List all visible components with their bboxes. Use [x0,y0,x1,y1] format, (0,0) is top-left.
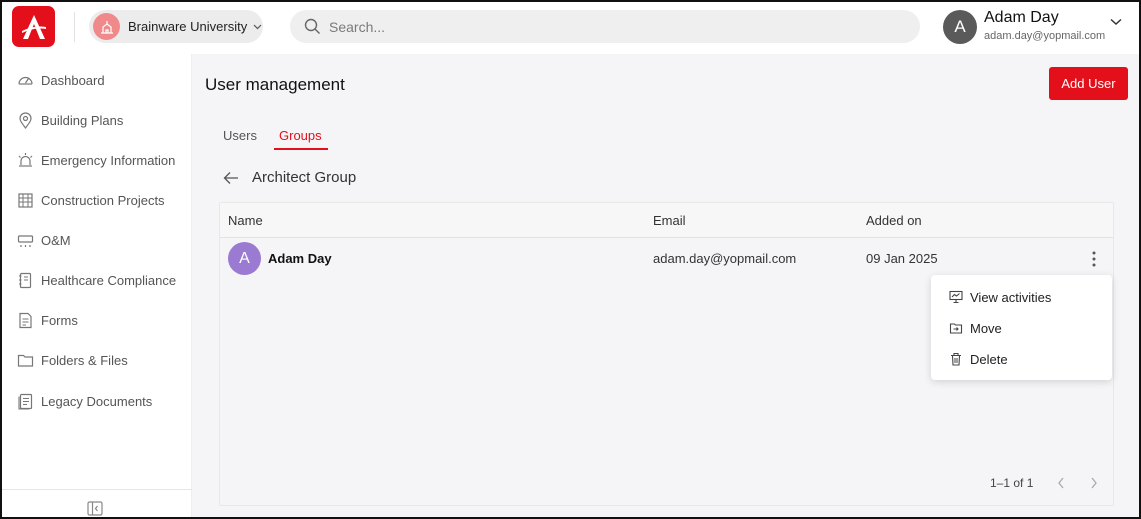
user-name: Adam Day [984,9,1059,26]
activity-icon [949,290,963,304]
back-arrow-icon[interactable] [223,171,239,185]
sidebar-item-legacy-documents[interactable]: Legacy Documents [0,387,192,415]
form-icon [16,311,34,329]
column-header-name: Name [228,213,263,228]
sidebar-item-dashboard[interactable]: Dashboard [0,66,192,94]
sidebar-item-folders-files[interactable]: Folders & Files [0,346,192,374]
sidebar-item-healthcare-compliance[interactable]: Healthcare Compliance [0,266,192,294]
notebook-icon [16,271,34,289]
row-context-menu: View activities Move Delete [931,275,1112,380]
sidebar-item-label: Dashboard [41,72,105,88]
member-name: Adam Day [268,251,332,266]
sidebar-item-label: Construction Projects [41,192,165,208]
location-pin-icon [16,111,34,129]
sidebar-item-emergency-information[interactable]: Emergency Information [0,146,192,174]
header-divider [74,12,75,42]
sidebar-item-o-and-m[interactable]: O&M [0,226,192,254]
sidebar-item-label: Forms [41,312,78,328]
sidebar: Dashboard Building Plans Emergency Infor… [0,54,192,519]
menu-item-label: View activities [970,289,1052,305]
sidebar-divider [0,489,192,490]
logo-mark-icon [21,14,46,39]
menu-item-delete[interactable]: Delete [931,346,1112,372]
sidebar-item-construction-projects[interactable]: Construction Projects [0,186,192,214]
user-menu-chevron-icon[interactable] [1110,18,1122,26]
documents-icon [16,392,34,410]
group-title: Architect Group [252,169,357,186]
table-header: Name Email Added on [220,203,1113,238]
tab-groups[interactable]: Groups [274,128,328,150]
member-avatar: A [228,242,261,275]
folder-icon [16,351,34,369]
chevron-down-icon [253,24,262,29]
collapse-sidebar-icon[interactable] [87,501,103,516]
org-avatar [93,13,120,40]
sidebar-item-label: Emergency Information [41,152,176,168]
sidebar-item-label: Legacy Documents [41,393,153,409]
member-email: adam.day@yopmail.com [653,251,797,266]
column-header-email: Email [653,213,686,228]
search-icon [304,18,320,34]
sidebar-item-label: O&M [41,232,71,248]
menu-item-move[interactable]: Move [931,315,1112,341]
sidebar-item-label: Healthcare Compliance [41,272,177,288]
org-name: Brainware University [128,19,248,34]
building-icon [100,20,113,34]
dashboard-icon [16,71,34,89]
sidebar-item-forms[interactable]: Forms [0,306,192,334]
sidebar-item-label: Building Plans [41,112,124,128]
user-avatar[interactable]: A [943,10,977,44]
previous-page-icon[interactable] [1056,476,1066,490]
pagination-status: 1–1 of 1 [990,476,1034,490]
sidebar-item-building-plans[interactable]: Building Plans [0,106,192,134]
tab-users[interactable]: Users [223,128,257,148]
siren-icon [16,151,34,169]
menu-item-label: Delete [970,351,1008,367]
organization-switcher[interactable]: Brainware University [89,10,263,43]
more-options-icon[interactable] [1088,249,1100,269]
next-page-icon[interactable] [1089,476,1099,490]
menu-item-label: Move [970,320,1002,336]
air-conditioner-icon [16,231,34,249]
move-icon [949,323,963,334]
top-header: Brainware University A Adam Day adam.day… [0,0,1141,54]
add-user-button[interactable]: Add User [1049,67,1128,100]
column-header-added-on: Added on [866,213,922,228]
construction-icon [16,191,34,209]
sidebar-item-label: Folders & Files [41,352,128,368]
member-added-on: 09 Jan 2025 [866,251,938,266]
menu-item-view-activities[interactable]: View activities [931,284,1112,310]
app-logo[interactable] [12,6,55,47]
page-title: User management [205,75,345,94]
user-email: adam.day@yopmail.com [984,30,1106,42]
search-input[interactable] [329,18,889,35]
trash-icon [951,352,961,366]
search-bar[interactable] [290,10,920,43]
